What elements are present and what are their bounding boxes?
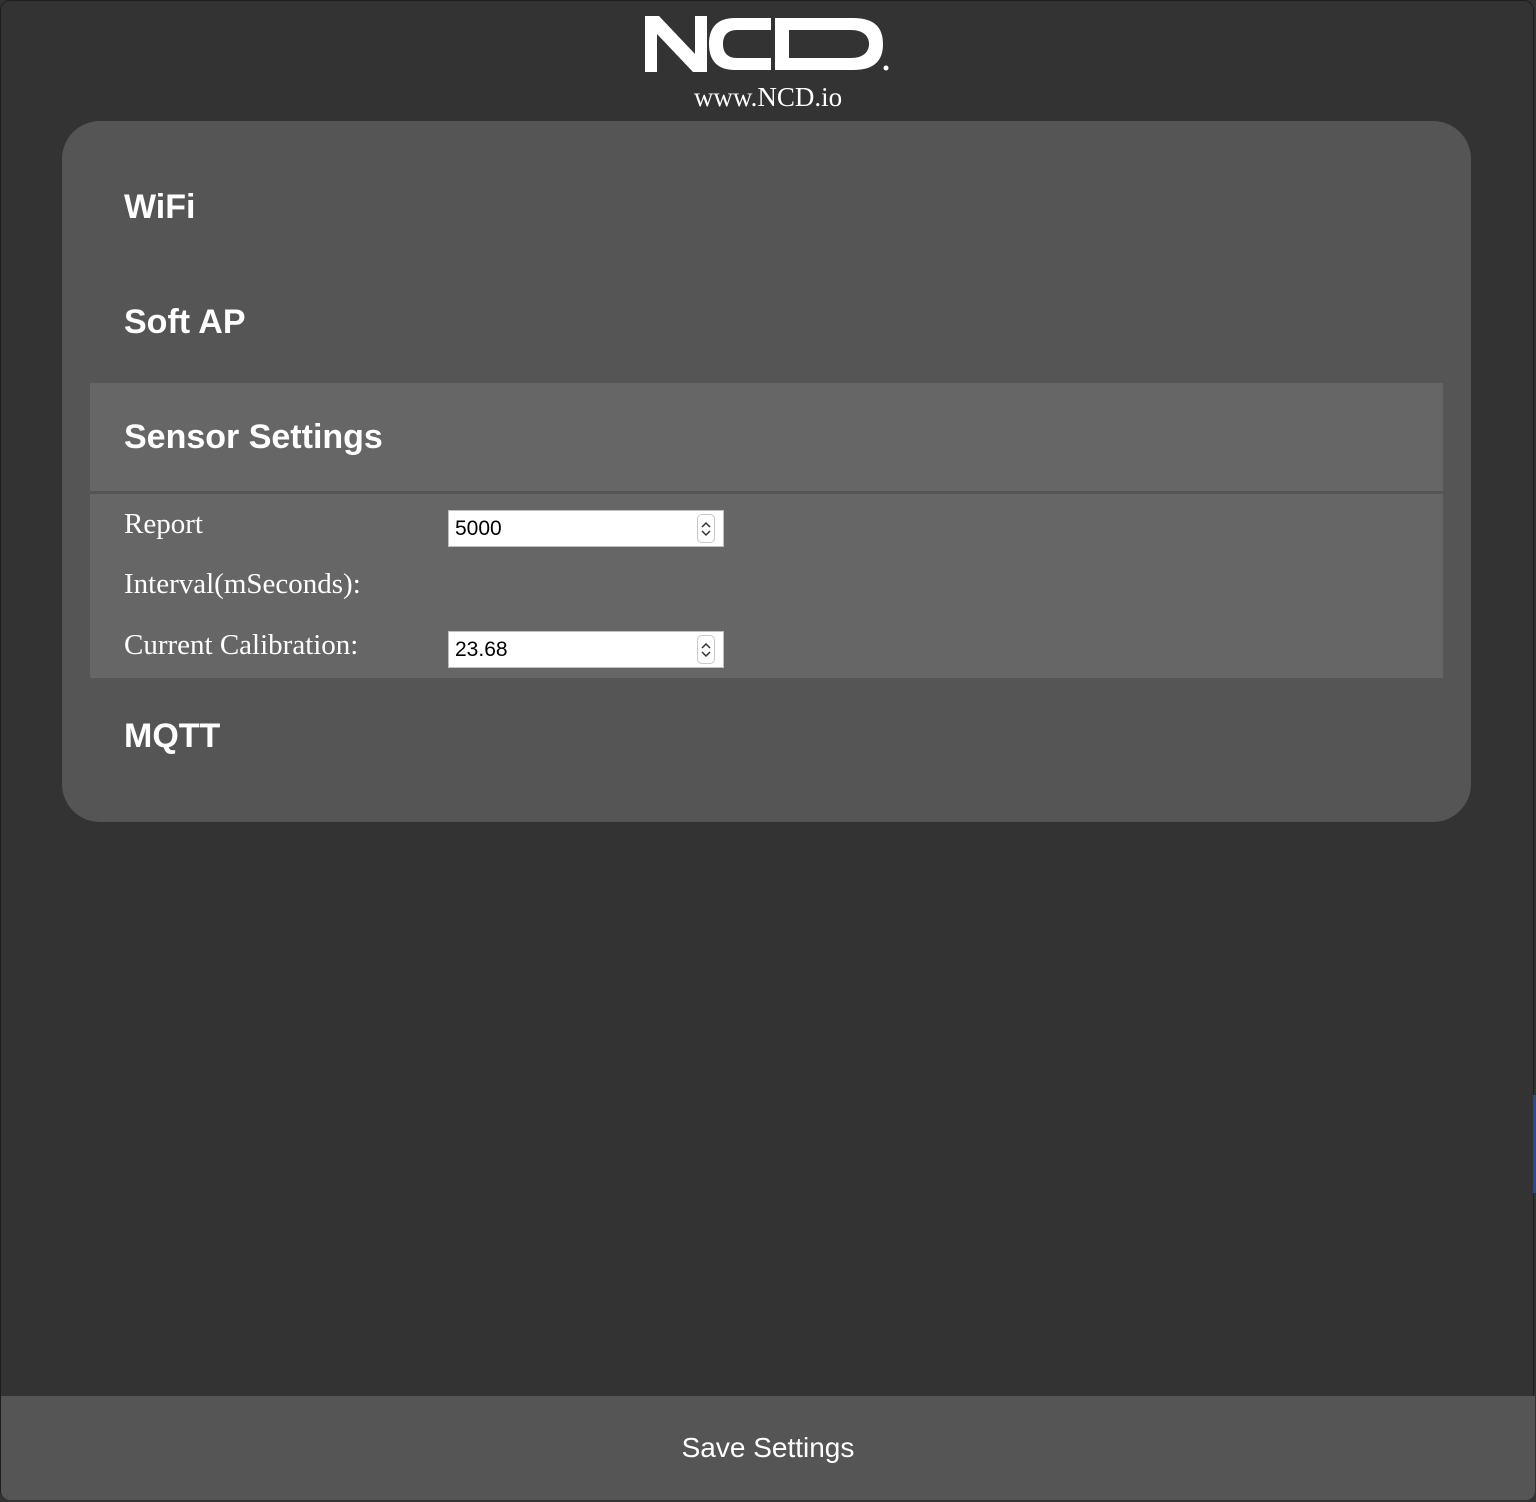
chevron-up-icon xyxy=(701,521,711,528)
ncd-logo xyxy=(645,16,889,72)
section-soft-ap[interactable]: Soft AP xyxy=(62,272,1471,372)
chevron-up-icon xyxy=(701,642,711,649)
sensor-settings-body: Report Interval(mSeconds): Current Calib… xyxy=(90,494,1443,678)
section-sensor-settings[interactable]: Sensor Settings xyxy=(90,383,1443,491)
header: www.NCD.io xyxy=(0,0,1536,120)
section-wifi[interactable]: WiFi xyxy=(62,157,1471,257)
current-calibration-stepper[interactable] xyxy=(697,635,715,664)
report-interval-field xyxy=(448,510,724,547)
settings-panel: WiFi Soft AP Sensor Settings Report Inte… xyxy=(62,121,1471,822)
section-mqtt[interactable]: MQTT xyxy=(62,686,1471,786)
report-interval-stepper[interactable] xyxy=(697,514,715,543)
current-calibration-label: Current Calibration: xyxy=(124,629,359,661)
report-interval-input[interactable] xyxy=(449,512,685,545)
current-calibration-input[interactable] xyxy=(449,633,685,666)
chevron-down-icon xyxy=(701,650,711,657)
chevron-down-icon xyxy=(701,529,711,536)
save-settings-button[interactable]: Save Settings xyxy=(1,1396,1535,1500)
current-calibration-field xyxy=(448,631,724,668)
report-interval-label-cont: Interval(mSeconds): xyxy=(124,568,361,600)
site-url: www.NCD.io xyxy=(693,82,843,112)
report-interval-label: Report xyxy=(124,508,203,540)
